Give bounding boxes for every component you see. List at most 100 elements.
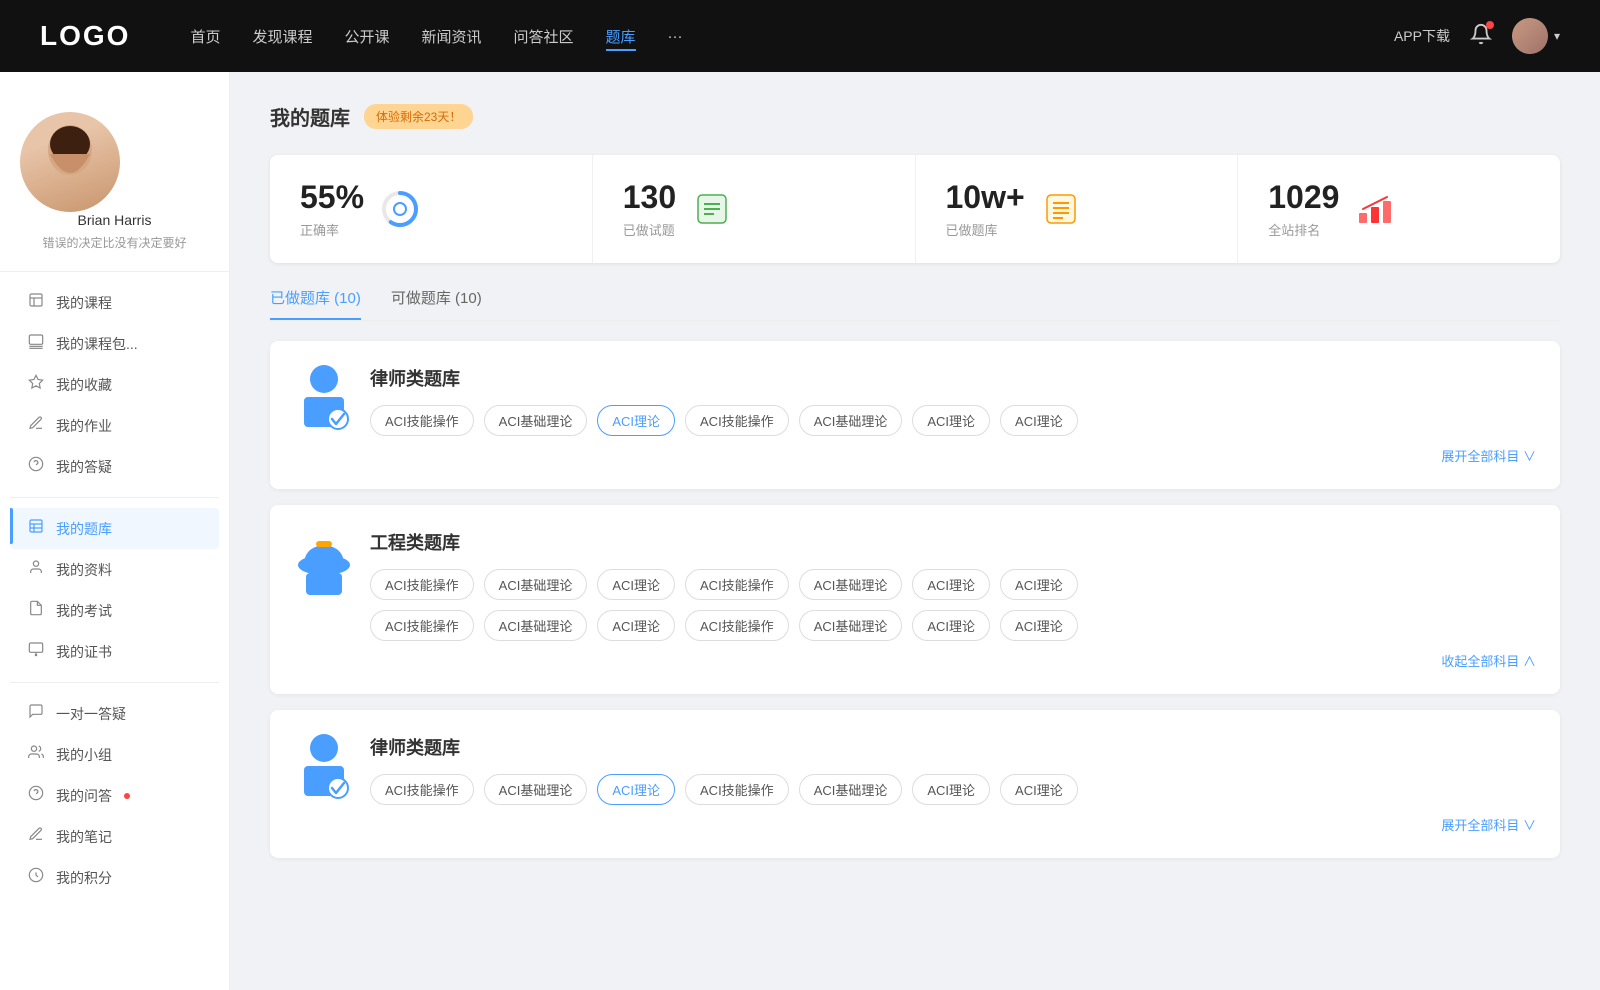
lawyer1-expand[interactable]: 展开全部科目 ∨ <box>370 446 1536 465</box>
exam-icon <box>26 600 46 621</box>
sidebar-item-question[interactable]: 我的问答 <box>10 775 219 816</box>
stat-accuracy-text: 55% 正确率 <box>300 179 364 239</box>
sidebar-item-course[interactable]: 我的课程 <box>10 282 219 323</box>
menu-item-wrapper-favorite: 我的收藏 <box>10 364 219 405</box>
lawyer2-tag-5[interactable]: ACI理论 <box>912 774 990 805</box>
tab-done[interactable]: 已做题库 (10) <box>270 287 361 320</box>
sidebar-item-favorite[interactable]: 我的收藏 <box>10 364 219 405</box>
sidebar-item-cert[interactable]: 我的证书 <box>10 631 219 672</box>
banks-icon <box>1041 189 1081 229</box>
bank-card-lawyer-1: 律师类题库 ACI技能操作 ACI基础理论 ACI理论 ACI技能操作 ACI基… <box>270 341 1560 489</box>
trial-badge: 体验剩余23天！ <box>364 104 473 129</box>
eng-tag-r1-2[interactable]: ACI理论 <box>597 569 675 600</box>
eng-tag-r2-1[interactable]: ACI基础理论 <box>484 610 588 641</box>
nav-question-bank[interactable]: 题库 <box>606 22 636 51</box>
lawyer1-tag-3[interactable]: ACI技能操作 <box>685 405 789 436</box>
course-icon <box>26 292 46 313</box>
lawyer2-tag-1[interactable]: ACI基础理论 <box>484 774 588 805</box>
eng-tag-r1-3[interactable]: ACI技能操作 <box>685 569 789 600</box>
nav-home[interactable]: 首页 <box>190 22 220 51</box>
sidebar-item-package[interactable]: 我的课程包... <box>10 323 219 364</box>
sidebar-item-group[interactable]: 我的小组 <box>10 734 219 775</box>
main-content: 我的题库 体验剩余23天！ 55% 正确率 <box>230 72 1600 990</box>
nav-more[interactable]: ··· <box>668 24 683 49</box>
eng-tag-r1-6[interactable]: ACI理论 <box>1000 569 1078 600</box>
sidebar-item-oneone-label: 一对一答疑 <box>56 704 126 724</box>
nav-courses[interactable]: 发现课程 <box>252 22 312 51</box>
points-icon <box>26 867 46 888</box>
sidebar-item-qa[interactable]: 我的答疑 <box>10 446 219 487</box>
sidebar-item-course-label: 我的课程 <box>56 293 112 313</box>
stat-done-banks: 10w+ 已做题库 <box>916 155 1239 263</box>
lawyer2-tag-4[interactable]: ACI基础理论 <box>799 774 903 805</box>
lawyer2-expand[interactable]: 展开全部科目 ∨ <box>370 815 1536 834</box>
menu-item-wrapper-question: 我的问答 <box>10 775 219 816</box>
eng-tag-r2-5[interactable]: ACI理论 <box>912 610 990 641</box>
eng-tag-r1-1[interactable]: ACI基础理论 <box>484 569 588 600</box>
sidebar-item-oneone[interactable]: 一对一答疑 <box>10 693 219 734</box>
lawyer1-tag-2[interactable]: ACI理论 <box>597 405 675 436</box>
stat-rank-text: 1029 全站排名 <box>1268 179 1339 239</box>
lawyer2-tag-6[interactable]: ACI理论 <box>1000 774 1078 805</box>
package-icon <box>26 333 46 354</box>
page-title: 我的题库 <box>270 102 350 131</box>
stat-done-questions-label: 已做试题 <box>623 220 676 239</box>
lawyer1-tag-0[interactable]: ACI技能操作 <box>370 405 474 436</box>
engineer-expand[interactable]: 收起全部科目 ∧ <box>370 651 1536 670</box>
stat-done-banks-label: 已做题库 <box>946 220 1025 239</box>
sidebar-item-homework-label: 我的作业 <box>56 416 112 436</box>
engineer-card-title: 工程类题库 <box>370 529 1536 555</box>
sidebar-item-notes[interactable]: 我的笔记 <box>10 816 219 857</box>
stat-rank: 1029 全站排名 <box>1238 155 1560 263</box>
lawyer-icon-1 <box>294 365 354 435</box>
menu-item-wrapper-profile: 我的资料 <box>10 549 219 590</box>
main-layout: Brian Harris 错误的决定比没有决定要好 我的课程 我的课程包... <box>0 72 1600 990</box>
nav-qa[interactable]: 问答社区 <box>514 22 574 51</box>
accuracy-icon <box>380 189 420 229</box>
tab-available[interactable]: 可做题库 (10) <box>391 287 482 320</box>
sidebar-item-homework[interactable]: 我的作业 <box>10 405 219 446</box>
stat-done-questions-text: 130 已做试题 <box>623 179 676 239</box>
rank-icon <box>1355 189 1395 229</box>
nav-news[interactable]: 新闻资讯 <box>422 22 482 51</box>
lawyer2-tag-3[interactable]: ACI技能操作 <box>685 774 789 805</box>
sidebar-item-bank[interactable]: 我的题库 <box>10 508 219 549</box>
eng-tag-r2-3[interactable]: ACI技能操作 <box>685 610 789 641</box>
lawyer2-tag-0[interactable]: ACI技能操作 <box>370 774 474 805</box>
eng-tag-r1-5[interactable]: ACI理论 <box>912 569 990 600</box>
lawyer1-tag-1[interactable]: ACI基础理论 <box>484 405 588 436</box>
nav-open-course[interactable]: 公开课 <box>344 22 389 51</box>
lawyer1-tag-4[interactable]: ACI基础理论 <box>799 405 903 436</box>
eng-tag-r1-0[interactable]: ACI技能操作 <box>370 569 474 600</box>
lawyer1-tag-5[interactable]: ACI理论 <box>912 405 990 436</box>
question-icon <box>26 785 46 806</box>
sidebar-item-profile[interactable]: 我的资料 <box>10 549 219 590</box>
sidebar-item-bank-label: 我的题库 <box>56 519 112 539</box>
menu-item-wrapper-group: 我的小组 <box>10 734 219 775</box>
eng-tag-r2-0[interactable]: ACI技能操作 <box>370 610 474 641</box>
sidebar-item-points[interactable]: 我的积分 <box>10 857 219 898</box>
eng-tag-r2-6[interactable]: ACI理论 <box>1000 610 1078 641</box>
eng-tag-r2-2[interactable]: ACI理论 <box>597 610 675 641</box>
lawyer2-tag-2[interactable]: ACI理论 <box>597 774 675 805</box>
tabs: 已做题库 (10) 可做题库 (10) <box>270 287 1560 321</box>
logo: LOGO <box>40 20 130 52</box>
sidebar-item-cert-label: 我的证书 <box>56 642 112 662</box>
sidebar-item-notes-label: 我的笔记 <box>56 827 112 847</box>
homework-icon <box>26 415 46 436</box>
notes-icon <box>26 826 46 847</box>
user-avatar-wrapper[interactable]: ▾ <box>1512 18 1560 54</box>
eng-tag-r2-4[interactable]: ACI基础理论 <box>799 610 903 641</box>
stat-rank-label: 全站排名 <box>1268 220 1339 239</box>
sidebar-item-exam[interactable]: 我的考试 <box>10 590 219 631</box>
lawyer1-tag-6[interactable]: ACI理论 <box>1000 405 1078 436</box>
app-download-link[interactable]: APP下载 <box>1394 26 1450 46</box>
lawyer-icon-2 <box>294 734 354 804</box>
notification-bell[interactable] <box>1470 23 1492 50</box>
stat-done-questions-value: 130 <box>623 179 676 216</box>
eng-tag-r1-4[interactable]: ACI基础理论 <box>799 569 903 600</box>
sidebar-item-favorite-label: 我的收藏 <box>56 375 112 395</box>
menu-item-wrapper-package: 我的课程包... <box>10 323 219 364</box>
profile-icon <box>26 559 46 580</box>
notification-dot <box>1486 21 1494 29</box>
